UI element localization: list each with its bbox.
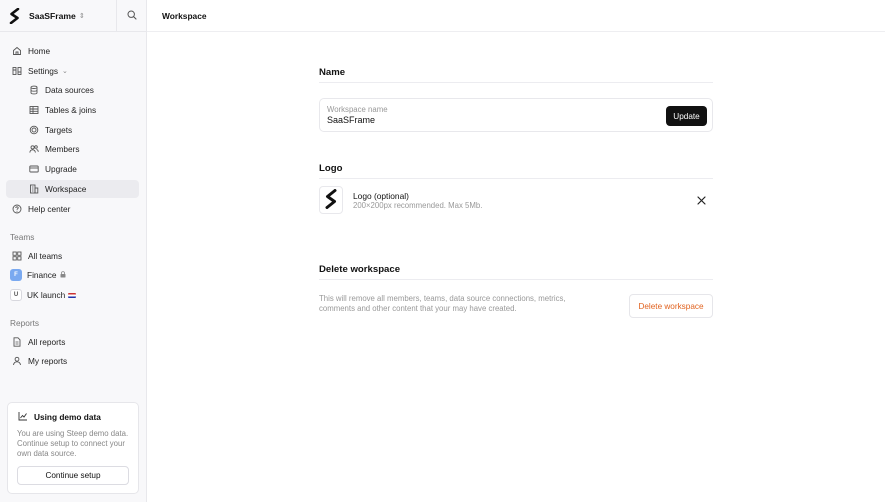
sidebar-item-targets[interactable]: Targets [6, 121, 139, 139]
logo-label: Logo (optional) [353, 191, 409, 201]
sidebar-item-workspace[interactable]: Workspace [6, 180, 139, 198]
remove-logo-button[interactable] [694, 194, 708, 208]
team-avatar: F [10, 269, 22, 281]
logo-hint: 200×200px recommended. Max 5Mb. [353, 201, 483, 210]
team-avatar: U [10, 289, 22, 301]
workspace-name-input[interactable]: SaaSFrame [327, 115, 375, 125]
sidebar-item-team-finance[interactable]: F Finance [6, 266, 139, 284]
target-icon [28, 124, 40, 136]
sidebar-item-label: Members [45, 144, 80, 154]
sidebar-item-label: Finance [27, 270, 57, 280]
delete-workspace-button[interactable]: Delete workspace [629, 294, 713, 318]
teams-section-label: Teams [10, 232, 35, 242]
sidebar-item-help-center[interactable]: Help center [6, 200, 139, 218]
home-icon [11, 45, 23, 57]
sidebar-item-members[interactable]: Members [6, 140, 139, 158]
update-button[interactable]: Update [666, 106, 707, 126]
database-icon [28, 84, 40, 96]
sidebar-item-label: Targets [45, 125, 73, 135]
delete-section-title: Delete workspace [319, 264, 401, 275]
user-icon [11, 355, 23, 367]
sidebar-item-all-reports[interactable]: All reports [6, 333, 139, 351]
sidebar-item-team-uk-launch[interactable]: U UK launch [6, 286, 139, 304]
sidebar-item-label: Workspace [45, 184, 87, 194]
page-title: Workspace [162, 10, 207, 21]
help-circle-icon [11, 203, 23, 215]
workspace-logo-icon [325, 189, 337, 211]
grid-icon [11, 250, 23, 262]
sidebar-item-label: All teams [28, 251, 63, 261]
continue-setup-button[interactable]: Continue setup [17, 466, 129, 485]
demo-card-header: Using demo data [18, 411, 101, 423]
lock-icon [60, 270, 66, 280]
logo-preview[interactable] [319, 186, 343, 214]
logo-section-title: Logo [319, 163, 343, 174]
sidebar-item-label: Home [28, 46, 51, 56]
app-root: SaaSFrame ⇕ Home Settings ⌄ Data sources [0, 0, 885, 502]
uk-flag-icon [68, 292, 77, 298]
sidebar: SaaSFrame ⇕ Home Settings ⌄ Data sources [0, 0, 147, 502]
reports-section-label: Reports [10, 318, 40, 328]
search-icon [127, 10, 137, 22]
sidebar-item-upgrade[interactable]: Upgrade [6, 160, 139, 178]
sidebar-item-my-reports[interactable]: My reports [6, 352, 139, 370]
chevron-updown-icon: ⇕ [78, 12, 85, 20]
delete-description: This will remove all members, teams, dat… [319, 294, 566, 313]
name-section-title: Name [319, 67, 346, 78]
sidebar-item-data-sources[interactable]: Data sources [6, 81, 139, 99]
sidebar-item-label: Help center [28, 204, 71, 214]
search-button[interactable] [116, 0, 147, 32]
sidebar-item-label: Tables & joins [45, 105, 97, 115]
workspace-name-field[interactable]: Workspace name SaaSFrame Update [319, 98, 713, 132]
credit-card-icon [28, 163, 40, 175]
sidebar-item-tables-joins[interactable]: Tables & joins [6, 101, 139, 119]
divider [319, 279, 713, 280]
sidebar-item-label: My reports [28, 356, 68, 366]
building-icon [28, 183, 40, 195]
demo-card-text: You are using Steep demo data. Continue … [17, 429, 129, 458]
sidebar-item-label: All reports [28, 337, 66, 347]
demo-data-card: Using demo data You are using Steep demo… [7, 402, 139, 494]
main-area: Workspace Name Workspace name SaaSFrame … [147, 0, 885, 502]
chevron-down-icon: ⌄ [61, 68, 68, 75]
sidebar-item-label: Data sources [45, 85, 94, 95]
sidebar-item-label: UK launch [27, 290, 66, 300]
table-icon [28, 104, 40, 116]
users-icon [28, 143, 40, 155]
file-icon [11, 336, 23, 348]
divider [319, 82, 713, 83]
close-icon [696, 195, 706, 207]
settings-sliders-icon [11, 65, 23, 77]
sidebar-item-label: Upgrade [45, 164, 77, 174]
app-logo-icon [9, 7, 20, 24]
workspace-name-placeholder: Workspace name [327, 105, 388, 114]
sidebar-item-all-teams[interactable]: All teams [6, 247, 139, 265]
sidebar-item-home[interactable]: Home [6, 42, 139, 60]
chart-line-icon [18, 411, 28, 423]
demo-card-title: Using demo data [34, 412, 101, 422]
sidebar-item-settings[interactable]: Settings ⌄ [6, 62, 139, 80]
top-bar: Workspace [147, 0, 885, 32]
divider [319, 178, 713, 179]
sidebar-item-label: Settings [28, 66, 58, 76]
workspace-name: SaaSFrame [29, 10, 76, 21]
